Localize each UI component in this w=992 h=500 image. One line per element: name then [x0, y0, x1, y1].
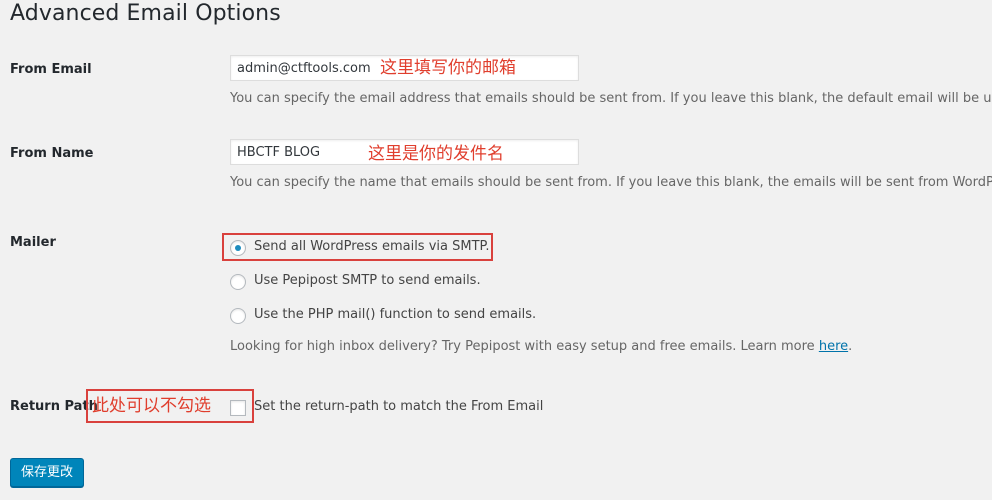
mailer-hint-link[interactable]: here [819, 339, 848, 354]
mailer-radio-smtp[interactable] [230, 240, 246, 256]
mailer-label: Mailer [10, 235, 56, 250]
mailer-radio-php-mail[interactable] [230, 308, 246, 324]
from-name-annotation: 这里是你的发件名 [368, 144, 504, 164]
save-changes-button[interactable]: 保存更改 [10, 458, 84, 487]
mailer-hint-suffix: . [848, 339, 853, 354]
mailer-hint-text: Looking for high inbox delivery? Try Pep… [230, 339, 819, 354]
from-email-label: From Email [10, 62, 92, 77]
return-path-checkbox-label[interactable]: Set the return-path to match the From Em… [254, 399, 543, 414]
mailer-option-pepipost-label[interactable]: Use Pepipost SMTP to send emails. [254, 273, 481, 288]
return-path-annotation: 此处可以不勾选 [92, 396, 211, 416]
from-name-label: From Name [10, 146, 94, 161]
mailer-option-smtp-label[interactable]: Send all WordPress emails via SMTP. [254, 239, 489, 254]
return-path-label: Return Path [10, 399, 98, 414]
mailer-option-php-mail-label[interactable]: Use the PHP mail() function to send emai… [254, 307, 536, 322]
mailer-hint: Looking for high inbox delivery? Try Pep… [230, 339, 852, 354]
page-title: Advanced Email Options [10, 1, 281, 26]
return-path-checkbox[interactable] [230, 400, 246, 416]
mailer-radio-pepipost[interactable] [230, 274, 246, 290]
from-email-annotation: 这里填写你的邮箱 [380, 58, 516, 78]
from-email-description: You can specify the email address that e… [230, 91, 992, 106]
from-name-description: You can specify the name that emails sho… [230, 175, 992, 190]
